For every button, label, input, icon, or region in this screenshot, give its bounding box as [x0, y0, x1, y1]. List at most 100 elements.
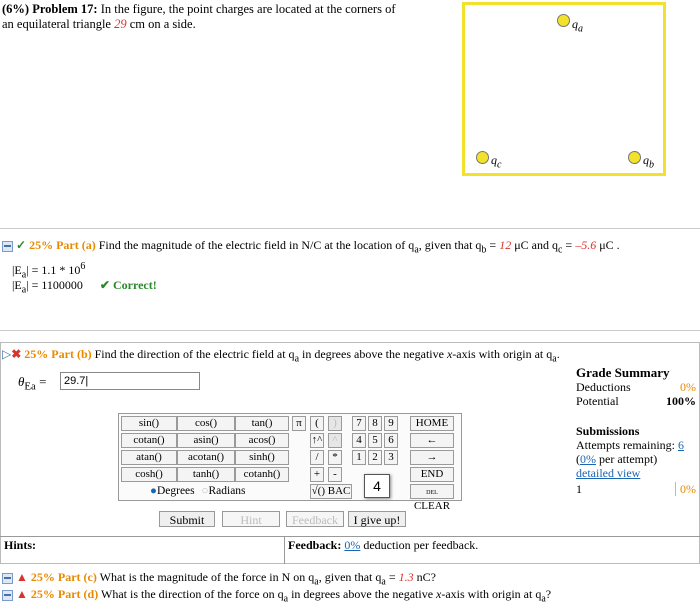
key-acos[interactable]: acos(): [235, 433, 289, 448]
give-up-button[interactable]: I give up!: [348, 511, 406, 527]
hints-divider: [284, 536, 285, 564]
ans1-lhs: |E: [12, 263, 22, 277]
answer-2: |Ea| = 1100000 ✔ Correct!: [12, 278, 157, 297]
potential-row: Potential 100%: [576, 394, 696, 408]
part-a-unit1: μC and q: [511, 238, 558, 252]
problem-weight: (6%): [2, 2, 30, 16]
key-1[interactable]: 1: [352, 450, 366, 465]
key-tan[interactable]: tan(): [235, 416, 289, 431]
key-star[interactable]: *: [328, 450, 342, 465]
per-attempt-row: (0% per attempt): [576, 452, 696, 466]
part-d-q2: in degrees above the negative: [288, 587, 437, 601]
key-cos[interactable]: cos(): [177, 416, 235, 431]
key-4[interactable]: 4: [352, 433, 366, 448]
charge-b-label: qb: [643, 153, 654, 171]
side-length: 29: [114, 17, 127, 31]
check-icon: ✓: [16, 238, 27, 252]
deductions-label: Deductions: [576, 380, 631, 394]
part-c-percent: 25%: [30, 570, 55, 584]
expand-arrow-icon[interactable]: ▷: [2, 347, 11, 361]
feedback-text: deduction per feedback.: [363, 538, 479, 552]
x-icon: ✖: [11, 347, 22, 361]
key-home[interactable]: HOME: [410, 416, 454, 431]
grade-summary-title: Grade Summary: [576, 365, 670, 380]
part-b-q1: Find the direction of the electric field…: [94, 347, 295, 361]
collapse-icon-d[interactable]: [2, 589, 13, 601]
triangle-figure: qa qb qc: [462, 2, 666, 176]
key-sqrt-back[interactable]: √() BAC: [310, 484, 352, 499]
attempts-label: Attempts remaining:: [576, 438, 675, 452]
problem-number: Problem 17:: [32, 2, 98, 16]
part-a-question: ✓ 25% Part (a) Find the magnitude of the…: [2, 238, 620, 257]
feedback-info: Feedback: 0% deduction per feedback.: [288, 538, 478, 553]
part-d-q1: What is the direction of the force on q: [101, 587, 284, 601]
part-d-question: ▲ 25% Part (d) What is the direction of …: [2, 587, 551, 606]
answer-input-value: 29.7: [64, 375, 86, 387]
correct-check-icon: ✔: [99, 278, 110, 292]
angle-mode: ●Degrees ○Radians: [150, 485, 246, 497]
key-sinh[interactable]: sinh(): [235, 450, 289, 465]
key-lparen[interactable]: (: [310, 416, 324, 431]
key-6[interactable]: 6: [384, 433, 398, 448]
charge-a-icon: [557, 14, 570, 27]
theta-eq: =: [35, 374, 47, 389]
key-right-arrow[interactable]: →: [410, 450, 454, 465]
key-cotan[interactable]: cotan(): [121, 433, 177, 448]
key-slash[interactable]: /: [310, 450, 324, 465]
key-8[interactable]: 8: [368, 416, 382, 431]
ans1-exp: 6: [80, 261, 86, 272]
warning-icon-d: ▲: [16, 587, 28, 601]
feedback-label: Feedback:: [288, 538, 342, 552]
radians-label[interactable]: Radians: [208, 485, 245, 497]
collapse-icon[interactable]: [2, 240, 13, 252]
key-up[interactable]: ↑^: [310, 433, 324, 448]
grade-summary: Grade Summary Deductions 0% Potential 10…: [576, 366, 696, 496]
part-d-q4: ?: [545, 587, 552, 601]
key-9[interactable]: 9: [384, 416, 398, 431]
key-sin[interactable]: sin(): [121, 416, 177, 431]
feedback-pct: 0%: [344, 538, 361, 552]
part-a-eq2: =: [562, 238, 576, 252]
key-atan[interactable]: atan(): [121, 450, 177, 465]
correct-label: Correct!: [112, 278, 157, 292]
part-c-label: Part (c): [57, 570, 97, 584]
key-left-arrow[interactable]: ←: [410, 433, 454, 448]
deductions-value: 0%: [680, 380, 696, 394]
key-tooltip: 4: [364, 474, 390, 498]
part-d-label: Part (d): [57, 587, 99, 601]
key-cotanh[interactable]: cotanh(): [235, 467, 289, 482]
feedback-button[interactable]: Feedback: [286, 511, 344, 527]
answer-input[interactable]: 29.7|: [60, 372, 200, 390]
key-asin[interactable]: asin(): [177, 433, 235, 448]
key-del-label: DEL: [426, 490, 438, 496]
degrees-radio-icon[interactable]: ●: [150, 485, 157, 497]
part-c-eq: =: [385, 570, 399, 584]
key-cosh[interactable]: cosh(): [121, 467, 177, 482]
submit-button[interactable]: Submit: [159, 511, 215, 527]
key-tanh[interactable]: tanh(): [177, 467, 235, 482]
qb-value: 12: [499, 238, 512, 252]
collapse-icon-c[interactable]: [2, 572, 13, 584]
part-c-q2: , given that q: [318, 570, 382, 584]
key-sqrt-label: √(): [311, 485, 325, 497]
charge-b-icon: [628, 151, 641, 164]
key-rparen[interactable]: ): [328, 416, 342, 431]
problem-text-c: cm on a side.: [129, 17, 196, 31]
key-2[interactable]: 2: [368, 450, 382, 465]
key-3[interactable]: 3: [384, 450, 398, 465]
key-hat[interactable]: ^: [328, 433, 342, 448]
degrees-label[interactable]: Degrees: [157, 485, 195, 497]
key-clear[interactable]: DEL CLEAR: [410, 484, 454, 512]
part-c-q1: What is the magnitude of the force in N …: [99, 570, 315, 584]
key-7[interactable]: 7: [352, 416, 366, 431]
qa-value: 1.3: [398, 570, 414, 584]
key-5[interactable]: 5: [368, 433, 382, 448]
key-end[interactable]: END: [410, 467, 454, 482]
key-acotan[interactable]: acotan(): [177, 450, 235, 465]
key-minus[interactable]: -: [328, 467, 342, 482]
detailed-view-link[interactable]: detailed view: [576, 466, 696, 480]
part-a-label: Part (a): [56, 238, 96, 252]
key-plus[interactable]: +: [310, 467, 324, 482]
key-pi[interactable]: π: [292, 416, 306, 431]
hint-button[interactable]: Hint: [222, 511, 280, 527]
